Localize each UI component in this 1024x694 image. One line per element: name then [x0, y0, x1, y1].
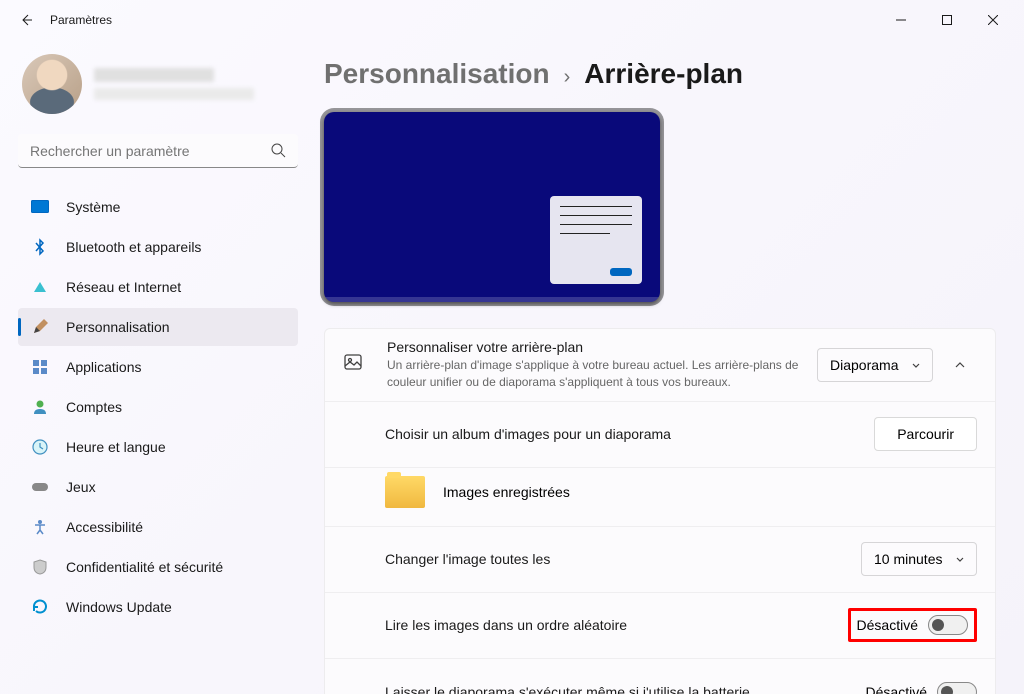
nav-list: Système Bluetooth et appareils Réseau et… [18, 188, 298, 626]
folder-name: Images enregistrées [443, 484, 570, 500]
nav-label: Personnalisation [66, 319, 170, 335]
background-type-dropdown[interactable]: Diaporama [817, 348, 933, 382]
nav-system[interactable]: Système [18, 188, 298, 226]
close-icon [988, 15, 998, 25]
app-title: Paramètres [50, 13, 112, 27]
nav-label: Applications [66, 359, 142, 375]
system-icon [30, 197, 50, 217]
nav-label: Confidentialité et sécurité [66, 559, 223, 575]
breadcrumb-current: Arrière-plan [584, 58, 743, 90]
shuffle-toggle[interactable] [928, 615, 968, 635]
settings-card: Personnaliser votre arrière-plan Un arri… [324, 328, 996, 694]
toggle-state: Désactivé [857, 617, 918, 633]
preview-window [550, 196, 642, 284]
personalize-background-row[interactable]: Personnaliser votre arrière-plan Un arri… [325, 329, 995, 402]
main-content: Personnalisation › Arrière-plan Personna… [310, 40, 1024, 694]
desktop-preview [324, 112, 660, 302]
battery-row: Laisser le diaporama s'exécuter même si … [325, 659, 995, 694]
maximize-icon [942, 15, 952, 25]
minimize-button[interactable] [878, 4, 924, 36]
nav-label: Heure et langue [66, 439, 166, 455]
personalization-icon [30, 317, 50, 337]
row-title: Changer l'image toutes les [385, 551, 861, 567]
nav-gaming[interactable]: Jeux [18, 468, 298, 506]
highlight-annotation: Désactivé [848, 608, 977, 642]
row-title: Personnaliser votre arrière-plan [387, 339, 817, 355]
shuffle-row: Lire les images dans un ordre aléatoire … [325, 593, 995, 659]
folder-icon [385, 476, 425, 508]
search-icon [271, 143, 286, 163]
back-button[interactable] [8, 2, 44, 38]
row-title: Laisser le diaporama s'exécuter même si … [385, 684, 866, 694]
nav-privacy[interactable]: Confidentialité et sécurité [18, 548, 298, 586]
nav-windows-update[interactable]: Windows Update [18, 588, 298, 626]
nav-personalization[interactable]: Personnalisation [18, 308, 298, 346]
accessibility-icon [30, 517, 50, 537]
nav-network[interactable]: Réseau et Internet [18, 268, 298, 306]
maximize-button[interactable] [924, 4, 970, 36]
interval-dropdown[interactable]: 10 minutes [861, 542, 977, 576]
nav-applications[interactable]: Applications [18, 348, 298, 386]
nav-label: Réseau et Internet [66, 279, 181, 295]
breadcrumb: Personnalisation › Arrière-plan [324, 58, 996, 90]
shield-icon [30, 557, 50, 577]
window-controls [878, 4, 1016, 36]
row-title: Lire les images dans un ordre aléatoire [385, 617, 848, 633]
row-desc: Un arrière-plan d'image s'applique à vot… [387, 357, 817, 391]
album-folder-row[interactable]: Images enregistrées [325, 468, 995, 527]
network-icon [30, 277, 50, 297]
close-button[interactable] [970, 4, 1016, 36]
dropdown-value: Diaporama [830, 357, 898, 373]
nav-bluetooth[interactable]: Bluetooth et appareils [18, 228, 298, 266]
row-title: Choisir un album d'images pour un diapor… [385, 426, 874, 442]
nav-label: Windows Update [66, 599, 172, 615]
bluetooth-icon [30, 237, 50, 257]
nav-label: Accessibilité [66, 519, 143, 535]
nav-accessibility[interactable]: Accessibilité [18, 508, 298, 546]
image-icon [343, 352, 365, 377]
apps-icon [30, 357, 50, 377]
time-icon [30, 437, 50, 457]
chevron-down-icon [954, 553, 966, 565]
toggle-state: Désactivé [866, 684, 927, 694]
update-icon [30, 597, 50, 617]
arrow-left-icon [18, 12, 34, 28]
sidebar: Système Bluetooth et appareils Réseau et… [0, 40, 310, 694]
avatar [22, 54, 82, 114]
browse-button[interactable]: Parcourir [874, 417, 977, 451]
nav-label: Système [66, 199, 120, 215]
minimize-icon [896, 15, 906, 25]
change-interval-row: Changer l'image toutes les 10 minutes [325, 527, 995, 593]
titlebar: Paramètres [0, 0, 1024, 40]
nav-time-language[interactable]: Heure et langue [18, 428, 298, 466]
dropdown-value: 10 minutes [874, 551, 942, 567]
chevron-up-icon [953, 358, 967, 372]
profile-section[interactable] [18, 54, 298, 114]
profile-email [94, 88, 254, 100]
search-box [18, 134, 298, 168]
nav-label: Comptes [66, 399, 122, 415]
gaming-icon [30, 477, 50, 497]
choose-album-row: Choisir un album d'images pour un diapor… [325, 402, 995, 468]
search-input[interactable] [18, 134, 298, 168]
chevron-down-icon [910, 359, 922, 371]
breadcrumb-separator: › [564, 66, 571, 89]
collapse-toggle[interactable] [943, 348, 977, 382]
nav-label: Jeux [66, 479, 96, 495]
accounts-icon [30, 397, 50, 417]
battery-toggle[interactable] [937, 682, 977, 694]
nav-label: Bluetooth et appareils [66, 239, 201, 255]
profile-name [94, 68, 214, 82]
nav-accounts[interactable]: Comptes [18, 388, 298, 426]
breadcrumb-parent[interactable]: Personnalisation [324, 58, 550, 90]
